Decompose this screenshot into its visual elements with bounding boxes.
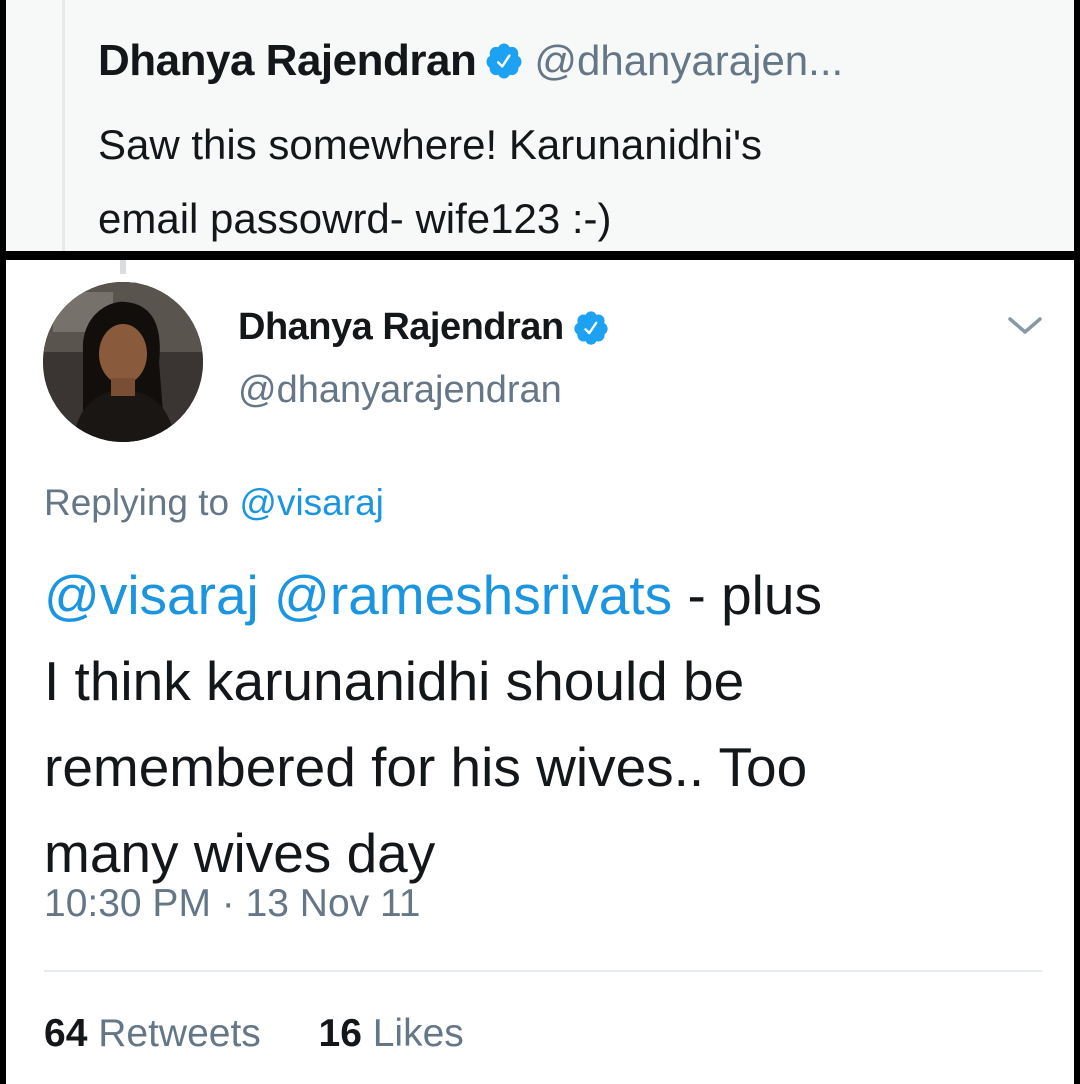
tweet-text-line: remembered for his wives.. Too bbox=[44, 736, 808, 798]
quoted-tweet-author-name[interactable]: Dhanya Rajendran bbox=[98, 36, 477, 86]
tweet-text-line: I think karunanidhi should be bbox=[44, 650, 745, 712]
quoted-tweet-text-line: Saw this somewhere! Karunanidhi's bbox=[98, 121, 763, 168]
verified-badge-icon bbox=[484, 41, 524, 81]
retweets-stat[interactable]: 64 Retweets bbox=[44, 1012, 272, 1055]
quoted-tweet-panel: Dhanya Rajendran @dhanyarajen... Saw thi… bbox=[6, 0, 1074, 251]
replying-to: Replying to @visaraj bbox=[44, 482, 384, 524]
chevron-down-icon[interactable] bbox=[1002, 310, 1048, 340]
mention-link[interactable]: @visaraj bbox=[44, 564, 259, 626]
retweets-label: Retweets bbox=[98, 1012, 261, 1055]
tweet-timestamp[interactable]: 10:30 PM · 13 Nov 11 bbox=[44, 882, 420, 926]
tweet-text-segment: - plus bbox=[687, 564, 822, 626]
thread-line bbox=[120, 260, 126, 274]
divider bbox=[44, 970, 1042, 972]
quoted-tweet-header: Dhanya Rajendran @dhanyarajen... bbox=[98, 30, 843, 92]
mention-link[interactable]: @rameshsrivats bbox=[274, 564, 672, 626]
tweet-text-line: @visaraj @rameshsrivats - plus bbox=[44, 552, 1044, 638]
replying-to-label: Replying to bbox=[44, 482, 230, 523]
tweet-stats: 64 Retweets 16 Likes bbox=[44, 1012, 464, 1056]
quoted-tweet-author-handle[interactable]: @dhanyarajen... bbox=[534, 37, 843, 85]
thread-line bbox=[62, 0, 65, 251]
retweets-count: 64 bbox=[44, 1012, 88, 1055]
avatar[interactable] bbox=[43, 282, 203, 442]
tweet-text: @visaraj @rameshsrivats - plus I think k… bbox=[44, 552, 1044, 896]
quoted-tweet-text: Saw this somewhere! Karunanidhi's email … bbox=[98, 108, 1058, 251]
replying-to-link[interactable]: @visaraj bbox=[239, 482, 383, 523]
tweet-detail-panel: Dhanya Rajendran @dhanyarajendran Replyi… bbox=[6, 260, 1074, 1084]
tweet-author[interactable]: Dhanya Rajendran @dhanyarajendran bbox=[238, 306, 610, 412]
likes-stat[interactable]: 16 Likes bbox=[319, 1012, 464, 1055]
likes-count: 16 bbox=[318, 1012, 362, 1055]
quoted-tweet-text-line: email passowrd- wife123 :-) bbox=[98, 195, 612, 242]
likes-label: Likes bbox=[372, 1012, 464, 1055]
author-handle[interactable]: @dhanyarajendran bbox=[238, 369, 610, 412]
verified-badge-icon bbox=[572, 309, 610, 347]
author-name[interactable]: Dhanya Rajendran bbox=[238, 306, 564, 349]
